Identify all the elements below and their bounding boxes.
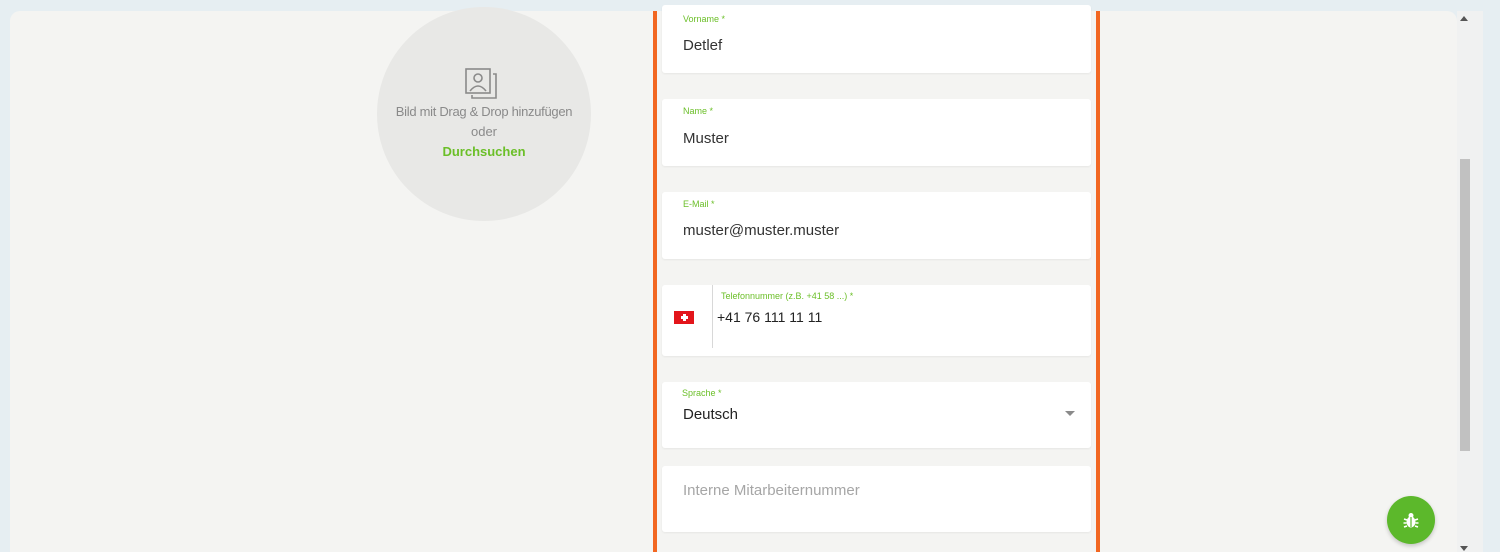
lastname-value[interactable]: Muster xyxy=(683,130,729,147)
phone-label: Telefonnummer (z.B. +41 58 ...) * xyxy=(721,291,854,301)
language-value: Deutsch xyxy=(683,406,739,423)
email-value[interactable]: muster@muster.muster xyxy=(683,222,839,239)
employee-number-placeholder: Interne Mitarbeiternummer xyxy=(683,482,860,499)
scrollbar-thumb[interactable] xyxy=(1460,159,1470,451)
scroll-up-arrow-icon[interactable] xyxy=(1460,16,1468,21)
browse-link[interactable]: Durchsuchen xyxy=(377,144,591,159)
phone-value[interactable]: +41 76 111 11 11 xyxy=(717,309,822,325)
upload-or: oder xyxy=(470,124,498,139)
employee-number-field[interactable]: Interne Mitarbeiternummer xyxy=(662,466,1091,532)
bug-report-button[interactable] xyxy=(1387,496,1435,544)
email-field[interactable]: E-Mail * muster@muster.muster xyxy=(662,192,1091,259)
phone-field[interactable]: Telefonnummer (z.B. +41 58 ...) * +41 76… xyxy=(662,285,1091,356)
phone-divider xyxy=(712,285,713,348)
email-label: E-Mail * xyxy=(683,199,715,209)
lastname-field[interactable]: Name * Muster xyxy=(662,99,1091,166)
firstname-field[interactable]: Vorname * Detlef xyxy=(662,5,1091,73)
image-upload-dropzone[interactable]: Bild mit Drag & Drop hinzufügen oder Dur… xyxy=(377,7,591,221)
swiss-flag-icon[interactable] xyxy=(674,311,694,324)
scroll-down-arrow-icon[interactable] xyxy=(1460,546,1468,551)
firstname-label: Vorname * xyxy=(683,14,726,24)
language-label: Sprache * xyxy=(682,388,722,398)
firstname-value[interactable]: Detlef xyxy=(683,37,722,54)
chevron-down-icon[interactable] xyxy=(1065,411,1075,416)
upload-instruction: Bild mit Drag & Drop hinzufügen xyxy=(395,104,573,119)
language-select[interactable]: Sprache * Deutsch xyxy=(662,382,1091,448)
lastname-label: Name * xyxy=(683,106,714,116)
bug-icon xyxy=(1403,513,1419,528)
image-upload-icon xyxy=(463,65,501,103)
